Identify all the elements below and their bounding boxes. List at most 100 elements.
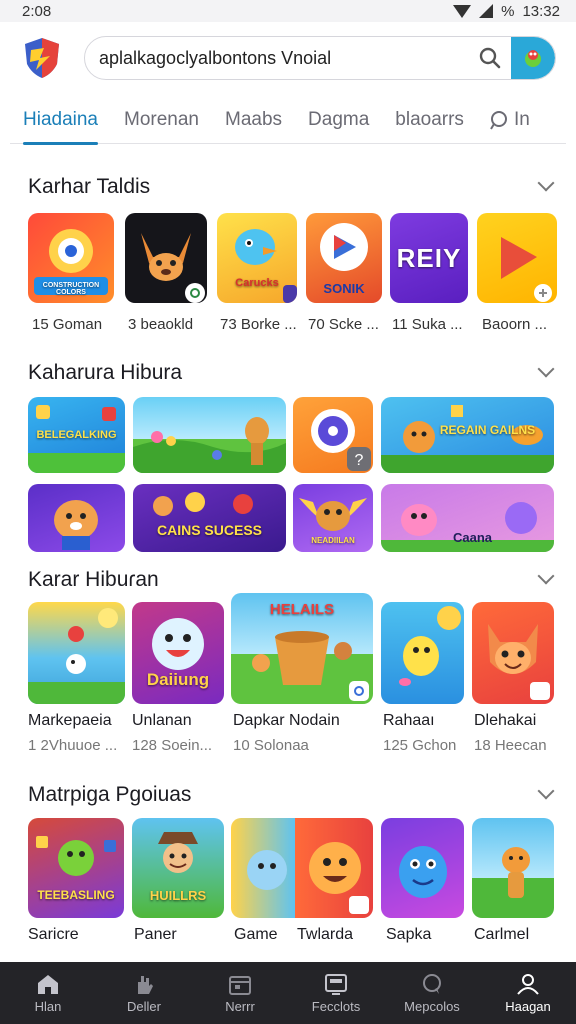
hand-icon [138, 976, 153, 994]
chevron-down-icon[interactable] [537, 782, 555, 800]
status-bar: 2:08 % 13:32 [0, 0, 576, 22]
game-banner[interactable]: REGAIN GAILNS [381, 397, 554, 473]
game-tile[interactable] [381, 602, 464, 704]
status-time: 2:08 [22, 2, 52, 20]
assistant-icon[interactable] [511, 37, 555, 79]
app-tile[interactable]: REIY [390, 213, 468, 303]
game-banner[interactable] [133, 397, 286, 473]
game-banner[interactable] [28, 484, 125, 552]
blue-creature-icon [399, 846, 447, 898]
profile-icon [517, 974, 539, 995]
cat-scene-icon [133, 417, 286, 473]
app-caption: 11 Suka ... [392, 316, 463, 333]
section-title: Karar Hibuɾan [28, 568, 159, 591]
search-small-icon [490, 110, 507, 130]
app-tile[interactable]: SONIK [306, 213, 382, 303]
game-name: Rahaaı [383, 712, 435, 729]
section-title: Karhar Taldis [28, 175, 151, 198]
tab-dagma[interactable]: Dagma [295, 96, 382, 144]
disc-icon: ? [311, 409, 371, 471]
explorer-icon [158, 832, 198, 873]
hamster-icon [54, 500, 98, 550]
header: aplalkagoclyalbontons Vnoial [10, 26, 566, 90]
home-icon [38, 975, 58, 994]
fox-standing-icon [502, 847, 530, 898]
game-meta: 1 2Vhuuoe ... [28, 737, 118, 754]
game-name: Game [234, 926, 278, 943]
app-logo-icon[interactable] [22, 36, 62, 80]
game-meta: 128 Soein... [132, 737, 213, 754]
tab-maabs[interactable]: Maabs [212, 96, 295, 144]
app-caption: 70 Scke ... [308, 316, 379, 333]
game-tile[interactable]: HELAILS [231, 593, 373, 704]
app-screen: 2:08 % 13:32 aplalkagoclyalbontons Vnoia… [0, 0, 576, 1024]
nav-nerrr[interactable]: Nerrr [195, 972, 285, 1014]
game-name: Dlehakai [474, 712, 537, 729]
app-caption: Baoorn ... [482, 316, 548, 333]
nav-haagan[interactable]: Haagan [483, 972, 573, 1014]
nav-fecclots[interactable]: Fecclots [291, 972, 381, 1014]
sun-chick-icon [399, 606, 461, 686]
play-arrow-icon [501, 237, 552, 302]
nav-mepcolos[interactable]: Mepcolos [387, 972, 477, 1014]
app-tile[interactable] [477, 213, 557, 303]
game-name: Paner [134, 926, 177, 943]
tab-in[interactable]: In [477, 96, 543, 144]
ball-scene-icon [28, 608, 125, 704]
search-bar[interactable]: aplalkagoclyalbontons Vnoial [84, 36, 556, 80]
game-tile[interactable]: HUILLRS [132, 818, 224, 918]
game-tile[interactable]: Daiiung [132, 602, 224, 704]
app-tile[interactable] [125, 213, 207, 303]
svg-text:?: ? [355, 452, 364, 469]
game-banner[interactable]: BELEGALKING [28, 397, 125, 473]
search-icon[interactable] [473, 41, 507, 75]
wifi-icon [453, 4, 472, 18]
game-banner[interactable]: ? [293, 397, 373, 473]
status-clock: 13:32 [522, 2, 560, 20]
tab-morenan[interactable]: Morenan [111, 96, 212, 144]
search-input[interactable]: aplalkagoclyalbontons Vnoial [99, 48, 473, 69]
game-meta: 18 Heecan [474, 737, 547, 754]
game-meta: 10 Solonaa [233, 737, 309, 754]
game-tile[interactable] [472, 818, 554, 918]
battery-percent: % [501, 2, 515, 20]
tab-blaoarrs[interactable]: blaoarrs [382, 96, 477, 144]
bottom-nav: Hlan Deller Nerrr Fecclots Mepcolos Haag… [0, 962, 576, 1024]
game-tile[interactable] [231, 818, 373, 918]
section-title: Matrpiga Pgoiuas [28, 783, 192, 806]
signal-icon [479, 4, 494, 18]
app-tile[interactable]: CONSTRUCTION COLORS [28, 213, 114, 303]
cat-face-icon [488, 624, 550, 700]
tv-icon [325, 974, 347, 995]
app-caption: 73 Borke ... [220, 316, 297, 333]
game-name: Sapka [386, 926, 432, 943]
bird-icon [235, 229, 297, 303]
duo-faces-icon [247, 842, 369, 914]
game-name: Saricre [28, 926, 79, 943]
app-caption: 3 beaokld [128, 316, 194, 333]
game-banner[interactable]: NEADIILAN [293, 484, 373, 552]
app-caption: 15 Goman [32, 316, 103, 333]
game-name: Markepaeia [28, 712, 112, 729]
game-meta: 125 Gchon [383, 737, 457, 754]
chevron-down-icon[interactable] [537, 567, 555, 585]
fox-icon [141, 233, 205, 303]
tab-hiadaina[interactable]: Hiadaina [10, 96, 111, 145]
nav-home[interactable]: Hlan [3, 972, 93, 1014]
calendar-icon [229, 976, 251, 995]
game-tile[interactable]: TEEBASLING [28, 818, 124, 918]
game-tile[interactable] [28, 602, 125, 704]
tab-bar: Hiadaina Morenan Maabs Dagma blaoarrs In [10, 96, 566, 145]
chevron-down-icon[interactable] [537, 360, 555, 378]
game-tile[interactable] [472, 602, 554, 704]
nav-deller[interactable]: Deller [99, 972, 189, 1014]
game-tile[interactable] [381, 818, 464, 918]
chevron-down-icon[interactable] [537, 174, 555, 192]
game-banner[interactable]: CAINS SUCESS [133, 484, 286, 552]
app-tile[interactable]: Carucks [217, 213, 297, 303]
game-name: Carlmel [474, 926, 530, 943]
game-name: Twlarda [297, 926, 354, 943]
game-banner[interactable]: Caana [381, 484, 554, 552]
chat-icon [423, 974, 441, 994]
game-name: Unlanan [132, 712, 192, 729]
